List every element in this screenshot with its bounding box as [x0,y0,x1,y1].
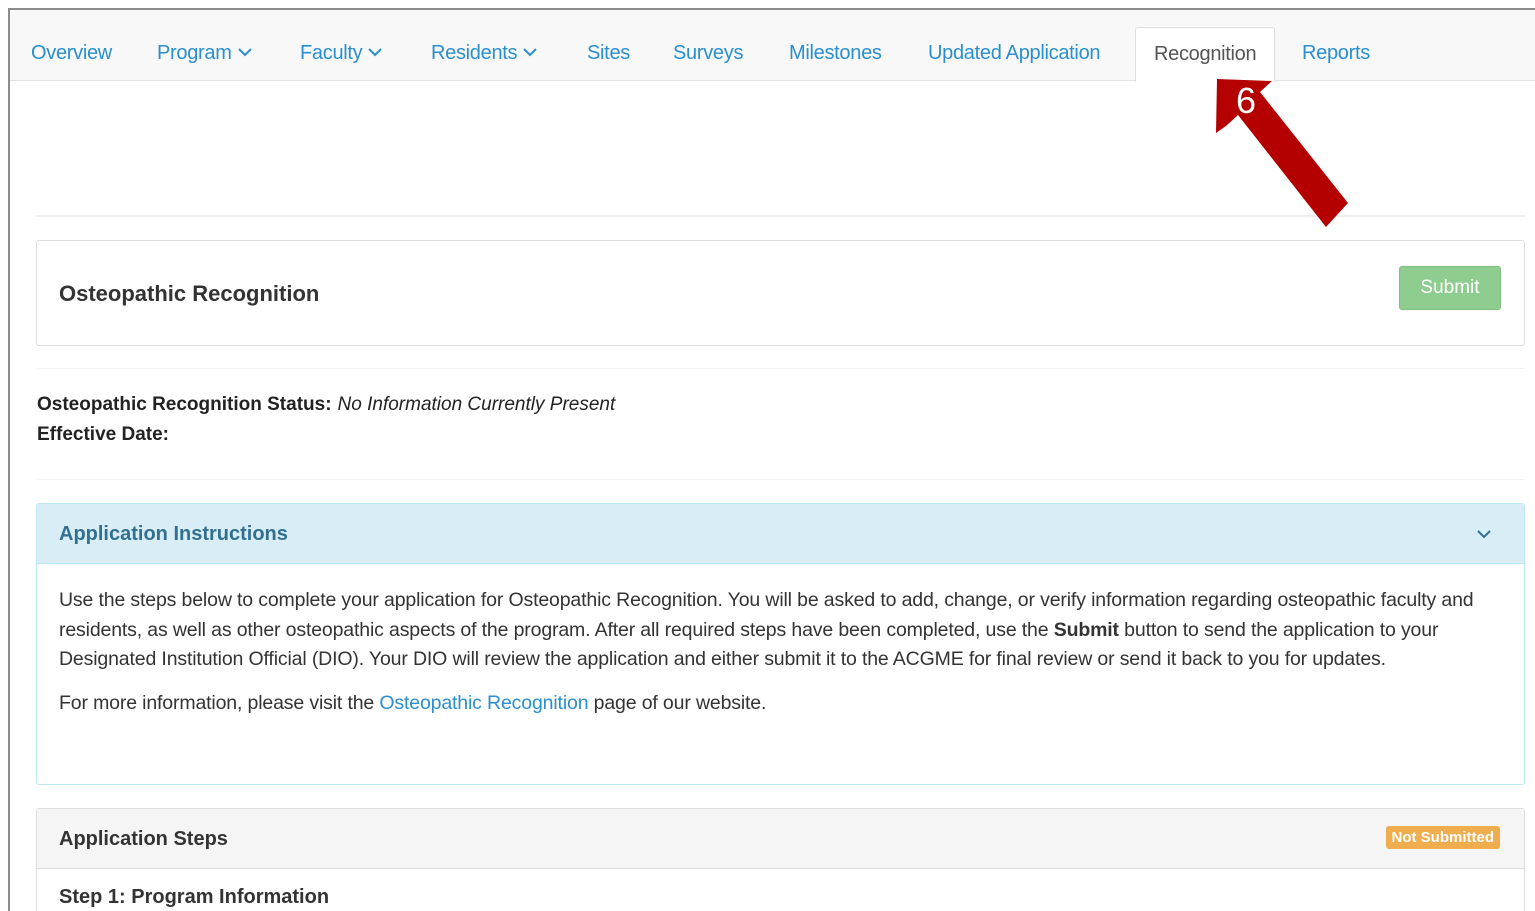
nav-residents[interactable]: Residents [431,10,537,81]
nav-reports-label: Reports [1302,42,1370,64]
nav-faculty-label: Faculty [300,42,363,64]
nav-surveys[interactable]: Surveys [673,10,743,81]
nav-recognition[interactable]: Recognition [1135,27,1276,82]
status-block: Osteopathic Recognition Status: No Inform… [36,368,1525,480]
nav-reports[interactable]: Reports [1302,10,1370,81]
nav-milestones-label: Milestones [789,42,882,64]
recognition-header-panel: Osteopathic Recognition Submit [36,240,1525,346]
nav-updated-application[interactable]: Updated Application [928,10,1101,81]
nav-updated-application-label: Updated Application [928,42,1101,64]
more-info-paragraph: For more information, please visit the O… [59,689,1502,719]
more-info-text: For more information, please visit the [59,691,380,714]
nav-residents-label: Residents [431,42,518,64]
effective-date: Effective Date: [37,424,169,446]
nav-overview-label: Overview [31,42,112,64]
nav-milestones[interactable]: Milestones [789,10,882,81]
application-steps-panel: Application Steps Not Submitted Step 1: … [36,808,1525,911]
osteopathic-recognition-link[interactable]: Osteopathic Recognition [379,692,588,714]
instructions-panel-header[interactable]: Application Instructions [37,504,1524,564]
nav-sites-label: Sites [587,42,630,64]
chevron-down-icon [368,8,383,94]
instructions-title: Application Instructions [59,523,288,545]
nav-program-label: Program [157,42,232,64]
instructions-panel: Application Instructions Use the steps b… [36,503,1525,785]
instructions-submit-word: Submit [1053,618,1119,641]
nav-program[interactable]: Program [157,10,252,81]
chevron-down-icon[interactable] [1476,526,1492,544]
nav-faculty[interactable]: Faculty [300,10,383,81]
instructions-body: Use the steps below to complete your app… [37,564,1524,718]
chevron-down-icon [237,8,252,94]
chevron-down-icon [523,8,537,94]
status-value: No Information Currently Present [337,394,616,415]
top-nav: Overview Program Faculty Residents Sites… [10,10,1535,82]
status-label: Osteopathic Recognition Status: [37,394,332,415]
application-steps-title: Application Steps [59,828,228,850]
page-title: Osteopathic Recognition [59,281,320,306]
nav-recognition-label: Recognition [1154,43,1257,65]
effective-date-label: Effective Date: [37,424,169,445]
step-1-title: Step 1: Program Information [59,886,330,908]
instructions-paragraph: Use the steps below to complete your app… [59,586,1502,675]
nav-overview[interactable]: Overview [31,10,112,81]
annotation-number: 6 [1236,80,1257,121]
recognition-status: Osteopathic Recognition Status: No Inform… [37,394,615,416]
submit-button[interactable]: Submit [1399,266,1501,310]
application-steps-header: Application Steps Not Submitted [37,809,1524,869]
annotation-arrow-icon [1216,79,1348,227]
more-info-text: page of our website. [588,691,767,714]
nav-surveys-label: Surveys [673,42,744,64]
status-badge: Not Submitted [1385,826,1500,849]
nav-sites[interactable]: Sites [587,10,630,81]
